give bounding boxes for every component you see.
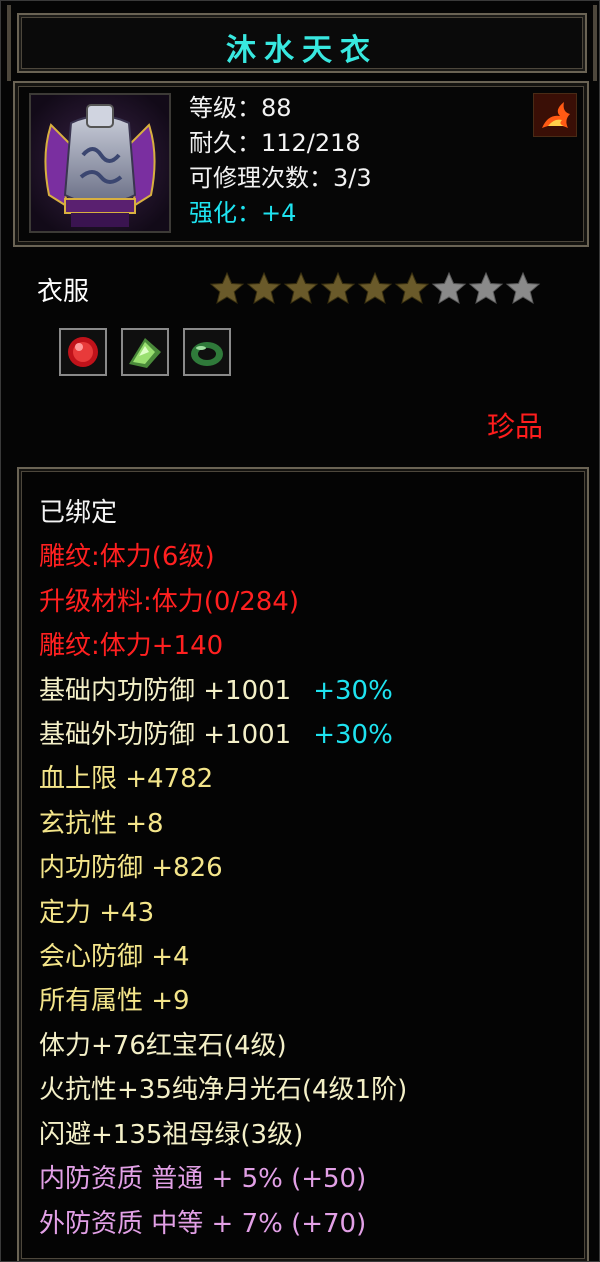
attribute-text: 雕纹:体力+140 <box>39 631 224 662</box>
star-filled-icon <box>209 271 245 305</box>
durability-text: 耐久：112/218 <box>189 129 361 157</box>
attribute-percent: +30% <box>313 720 393 751</box>
star-filled-icon <box>394 271 430 305</box>
attribute-list: 已绑定雕纹:体力(6级) 升级材料:体力(0/284) 雕纹:体力+140 基础内功防… <box>39 491 407 1246</box>
ruby-gem-icon[interactable] <box>59 328 107 376</box>
attribute-text: 所有属性 +9 <box>39 986 190 1017</box>
rarity-label: 珍品 <box>487 410 544 443</box>
attribute-line: 已绑定 <box>39 491 407 535</box>
attribute-line: 血上限 +4782 <box>39 757 407 801</box>
attribute-line: 体力+76红宝石(4级) <box>39 1024 407 1068</box>
item-tooltip: 沐水天衣 等级：88 耐久：112/218 可修理次数：3/3 强化：+4 衣服… <box>0 0 600 1262</box>
attribute-text: 闪避+135祖母绿(3级) <box>39 1119 304 1150</box>
moonstone-gem-icon[interactable] <box>121 328 169 376</box>
item-header-panel: 等级：88 耐久：112/218 可修理次数：3/3 强化：+4 <box>13 81 589 247</box>
attribute-line: 基础内功防御 +1001 +30% <box>39 669 407 713</box>
attribute-line: 所有属性 +9 <box>39 979 407 1023</box>
attribute-line: 内防资质 普通 + 5% (+50) <box>39 1157 407 1201</box>
star-filled-icon <box>357 271 393 305</box>
attribute-line: 外防资质 中等 + 7% (+70) <box>39 1202 407 1246</box>
attribute-text: 已绑定 <box>39 498 118 528</box>
attribute-line: 火抗性+35纯净月光石(4级1阶) <box>39 1068 407 1112</box>
attribute-line: 基础外功防御 +1001 +30% <box>39 713 407 757</box>
attribute-text: 基础内功防御 +1001 <box>39 675 292 706</box>
attribute-text: 玄抗性 +8 <box>39 808 164 839</box>
attribute-line: 玄抗性 +8 <box>39 802 407 846</box>
item-stats: 等级：88 耐久：112/218 可修理次数：3/3 强化：+4 <box>189 91 372 231</box>
attribute-line: 闪避+135祖母绿(3级) <box>39 1113 407 1157</box>
attribute-text: 体力+76红宝石(4级) <box>39 1030 287 1061</box>
star-empty-icon <box>431 271 467 305</box>
star-filled-icon <box>246 271 282 305</box>
attribute-text: 血上限 +4782 <box>39 764 214 795</box>
attribute-percent: +30% <box>313 675 393 706</box>
enhance-text: 强化：+4 <box>189 199 297 227</box>
star-filled-icon <box>320 271 356 305</box>
attribute-line: 升级材料:体力(0/284) <box>39 580 407 624</box>
title-bar: 沐水天衣 <box>7 5 597 81</box>
armor-icon <box>29 93 171 233</box>
attribute-text: 会心防御 +4 <box>39 942 190 973</box>
gem-slots <box>59 328 231 376</box>
star-filled-icon <box>283 271 319 305</box>
attribute-line: 内功防御 +826 <box>39 846 407 890</box>
attribute-text: 定力 +43 <box>39 897 155 928</box>
attribute-text: 内防资质 普通 + 5% (+50) <box>39 1164 367 1195</box>
attribute-line: 雕纹:体力(6级) <box>39 535 407 579</box>
details-panel: 已绑定雕纹:体力(6级) 升级材料:体力(0/284) 雕纹:体力+140 基础内功防… <box>17 467 589 1261</box>
attribute-line: 雕纹:体力+140 <box>39 624 407 668</box>
attribute-text: 升级材料:体力(0/284) <box>39 586 299 617</box>
attribute-text: 火抗性+35纯净月光石(4级1阶) <box>39 1075 408 1106</box>
item-type: 衣服 <box>37 277 90 307</box>
jade-ring-icon[interactable] <box>183 328 231 376</box>
attribute-text: 内功防御 +826 <box>39 853 223 884</box>
star-rating <box>209 271 541 305</box>
star-empty-icon <box>505 271 541 305</box>
item-name: 沐水天衣 <box>226 33 378 68</box>
attribute-line: 定力 +43 <box>39 891 407 935</box>
flame-icon <box>533 93 577 137</box>
attribute-text: 外防资质 中等 + 7% (+70) <box>39 1208 367 1239</box>
attribute-text: 雕纹:体力(6级) <box>39 542 215 573</box>
attribute-text: 基础外功防御 +1001 <box>39 720 292 751</box>
star-empty-icon <box>468 271 504 305</box>
repairs-text: 可修理次数：3/3 <box>189 164 372 192</box>
level-text: 等级：88 <box>189 94 292 122</box>
attribute-line: 会心防御 +4 <box>39 935 407 979</box>
